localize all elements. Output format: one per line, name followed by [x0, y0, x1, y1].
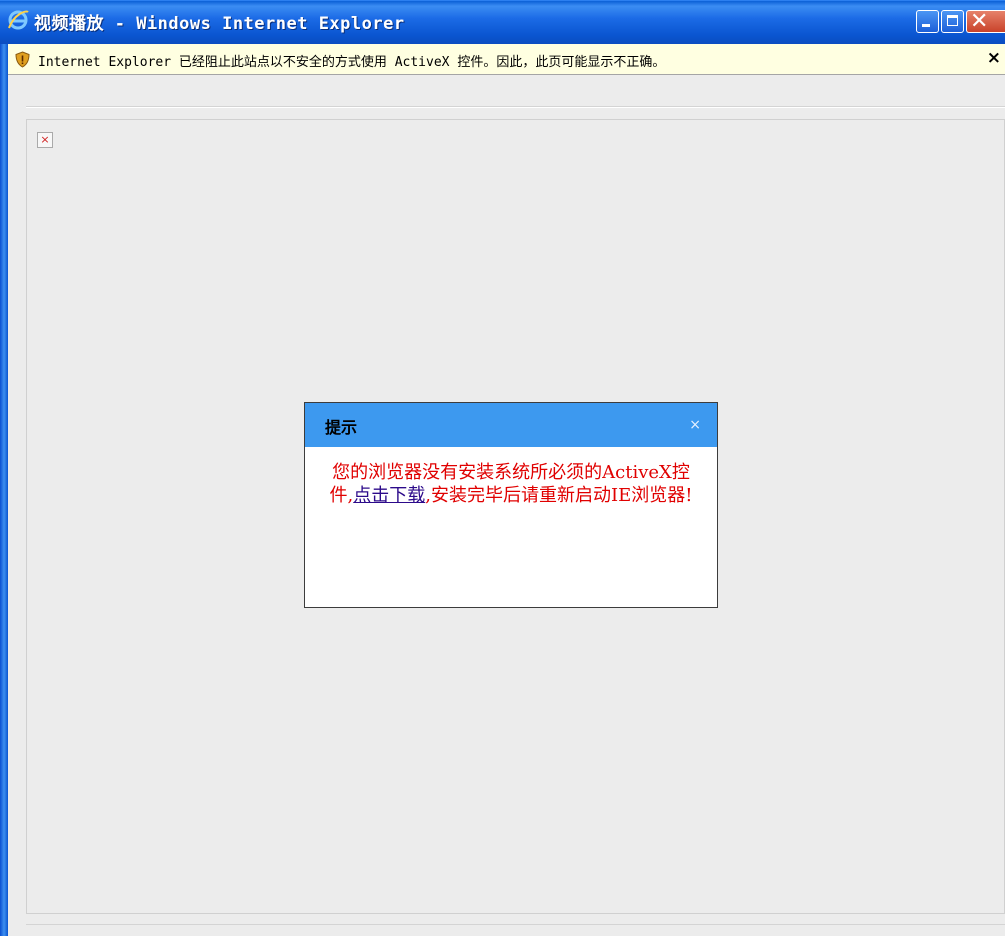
maximize-button[interactable]	[941, 10, 964, 33]
dialog-message: 您的浏览器没有安装系统所必须的ActiveX控件,点击下载,安装完毕后请重新启动…	[321, 461, 701, 507]
window-frame-left	[0, 44, 8, 936]
maximize-icon	[947, 15, 958, 26]
dialog-message-part2: ,安装完毕后请重新启动IE浏览器!	[425, 485, 693, 506]
divider	[26, 106, 1005, 108]
dialog-close-button[interactable]: ×	[689, 417, 701, 433]
close-window-button[interactable]: ✕	[966, 9, 1005, 34]
minimize-button[interactable]	[916, 10, 939, 33]
close-icon: ✕	[970, 9, 989, 34]
ie-logo-icon	[8, 10, 29, 30]
broken-image-icon: ×	[37, 132, 53, 148]
download-link[interactable]: 点击下载	[353, 485, 425, 506]
window-title: 视频播放 - Windows Internet Explorer	[34, 14, 405, 34]
dialog-title: 提示	[325, 418, 358, 437]
information-bar-close-button[interactable]: ×	[987, 48, 1001, 68]
information-bar-message: Internet Explorer 已经阻止此站点以不安全的方式使用 Activ…	[38, 55, 666, 70]
activex-prompt-dialog: 提示 × 您的浏览器没有安装系统所必须的ActiveX控件,点击下载,安装完毕后…	[304, 402, 718, 608]
information-bar[interactable]: Internet Explorer 已经阻止此站点以不安全的方式使用 Activ…	[8, 44, 1005, 75]
minimize-icon	[922, 24, 930, 27]
dialog-header: 提示 ×	[305, 403, 717, 447]
divider	[26, 924, 1005, 925]
title-bar[interactable]: 视频播放 - Windows Internet Explorer ✕	[0, 0, 1005, 44]
shield-warning-icon	[15, 51, 30, 68]
